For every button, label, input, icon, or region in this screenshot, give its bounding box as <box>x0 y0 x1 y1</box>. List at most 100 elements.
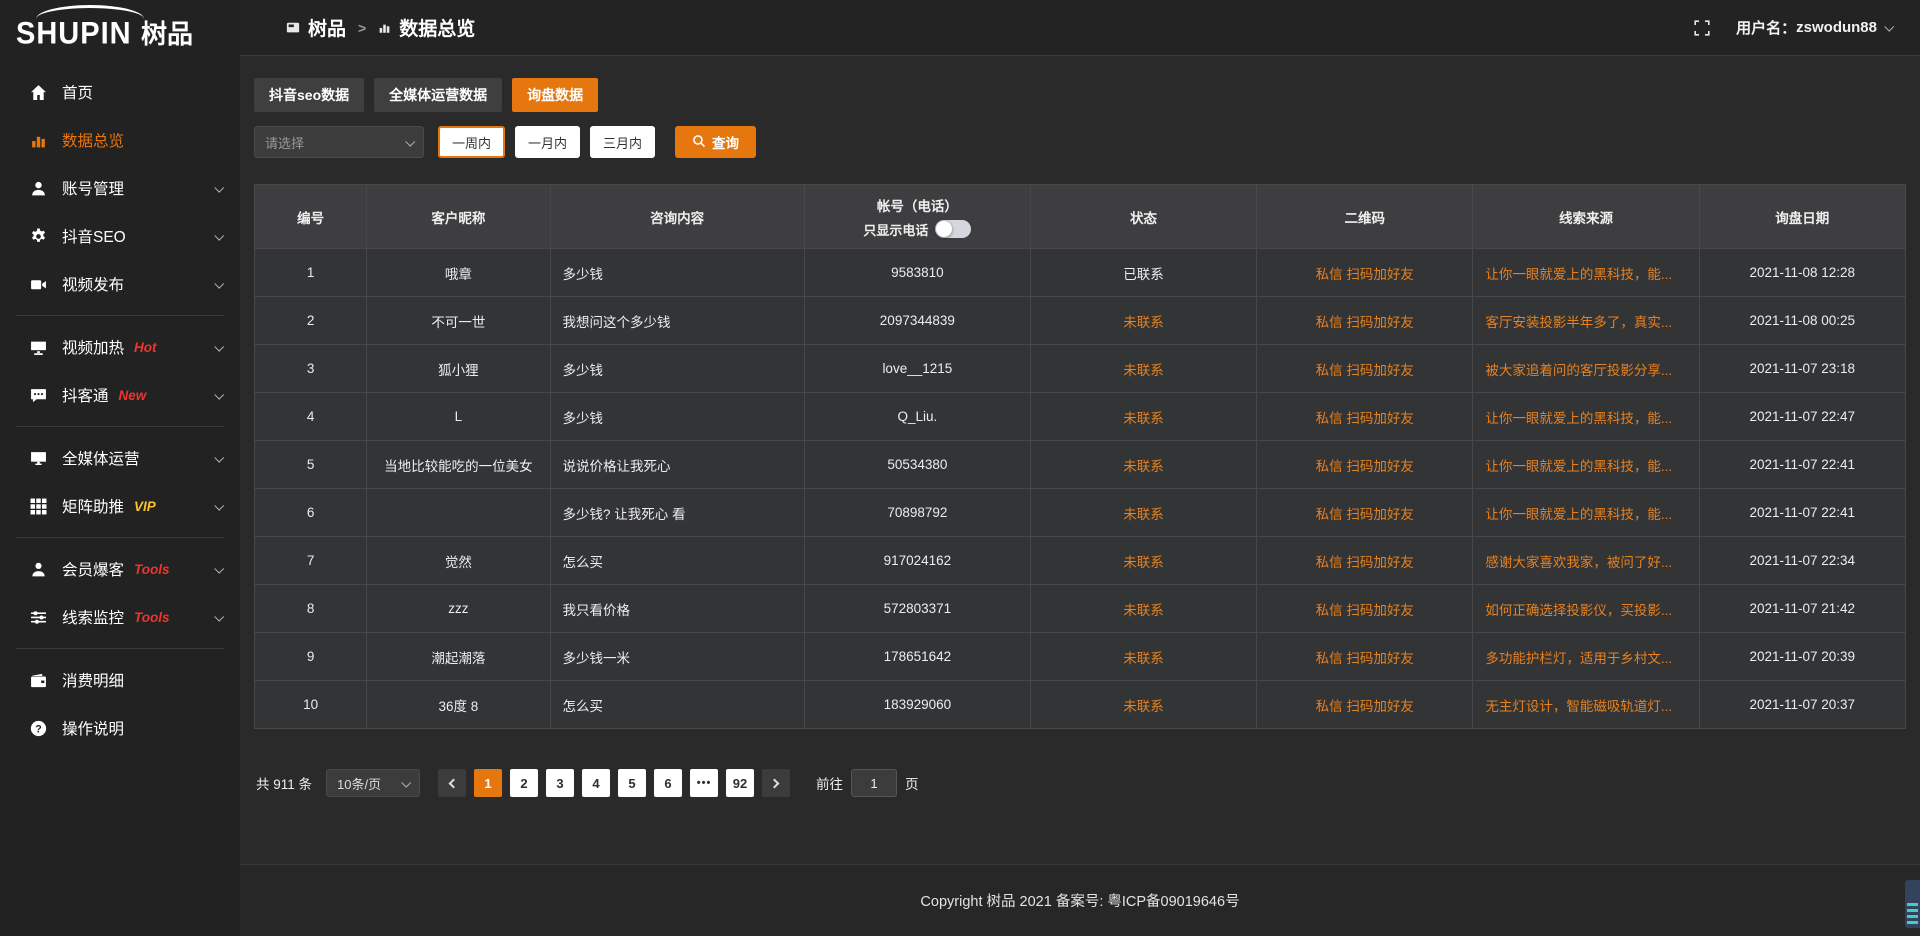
app-window-icon <box>286 21 300 35</box>
user-icon <box>30 179 48 197</box>
breadcrumb: 树品 > 数据总览 <box>286 14 475 41</box>
tab-2[interactable]: 询盘数据 <box>512 78 598 112</box>
cell-nickname: 觉然 <box>367 537 550 585</box>
cell-id: 9 <box>255 633 367 681</box>
cell-source[interactable]: 让你一眼就爱上的黑科技，能... <box>1473 249 1699 297</box>
sidebar-item-account-management[interactable]: 账号管理 <box>0 164 240 212</box>
sidebar-item-omnimedia-operation[interactable]: 全媒体运营 <box>0 434 240 482</box>
wallet-icon <box>30 671 48 689</box>
phone-toggle[interactable] <box>935 220 971 238</box>
home-icon <box>30 83 48 101</box>
chevron-down-icon <box>214 230 224 240</box>
cell-qr[interactable]: 私信 扫码加好友 <box>1257 297 1473 345</box>
cell-qr[interactable]: 私信 扫码加好友 <box>1257 633 1473 681</box>
cell-account: 70898792 <box>804 489 1030 537</box>
cell-source[interactable]: 让你一眼就爱上的黑科技，能... <box>1473 393 1699 441</box>
cell-qr[interactable]: 私信 扫码加好友 <box>1257 249 1473 297</box>
cell-source[interactable]: 让你一眼就爱上的黑科技，能... <box>1473 489 1699 537</box>
topbar-right: 用户名： zswodun88 <box>1694 17 1892 38</box>
sidebar-item-video-publish[interactable]: 视频发布 <box>0 260 240 308</box>
chevron-down-icon <box>214 278 224 288</box>
tab-1[interactable]: 全媒体运营数据 <box>374 78 502 112</box>
cell-source[interactable]: 客厅安装投影半年多了，真实... <box>1473 297 1699 345</box>
chevron-down-icon <box>214 500 224 510</box>
prev-page-button[interactable] <box>438 769 466 797</box>
filter-select-placeholder: 请选择 <box>265 133 304 152</box>
svg-text:?: ? <box>35 723 41 735</box>
sidebar-item-lead-monitor[interactable]: 线索监控Tools <box>0 593 240 641</box>
grid-icon <box>30 497 48 515</box>
monitor-icon <box>30 449 48 467</box>
cell-content: 我只看价格 <box>550 585 804 633</box>
sidebar-item-matrix-boost[interactable]: 矩阵助推VIP <box>0 482 240 530</box>
page-button-4[interactable]: 4 <box>582 769 610 797</box>
logo-link[interactable]: SHUPIN 树品 <box>0 0 240 58</box>
sidebar-item-operation-guide[interactable]: ?操作说明 <box>0 704 240 752</box>
fullscreen-button[interactable] <box>1694 20 1710 36</box>
sidebar-item-label: 账号管理 <box>62 177 124 199</box>
page-button-3[interactable]: 3 <box>546 769 574 797</box>
chevron-down-icon <box>405 136 415 146</box>
cell-qr[interactable]: 私信 扫码加好友 <box>1257 681 1473 729</box>
topbar: 树品 > 数据总览 用户名： zswodun88 <box>240 0 1920 56</box>
page-button-5[interactable]: 5 <box>618 769 646 797</box>
page-button-6[interactable]: 6 <box>654 769 682 797</box>
col-header-nickname: 客户昵称 <box>367 185 550 249</box>
cell-source[interactable]: 多功能护栏灯，适用于乡村文... <box>1473 633 1699 681</box>
cell-account: 9583810 <box>804 249 1030 297</box>
chevron-right-icon <box>770 778 780 788</box>
sidebar-item-member-baoke[interactable]: 会员爆客Tools <box>0 545 240 593</box>
sidebar-item-data-overview[interactable]: 数据总览 <box>0 116 240 164</box>
cell-date: 2021-11-07 22:47 <box>1699 393 1905 441</box>
total-count: 共 911 条 <box>256 773 312 793</box>
sidebar-item-douyin-seo[interactable]: 抖音SEO <box>0 212 240 260</box>
table-row: 4L多少钱Q_Liu.未联系私信 扫码加好友让你一眼就爱上的黑科技，能...20… <box>255 393 1906 441</box>
sidebar-item-home[interactable]: 首页 <box>0 68 240 116</box>
page-button-2[interactable]: 2 <box>510 769 538 797</box>
cell-nickname: 36度 8 <box>367 681 550 729</box>
filter-bar: 请选择 一周内一月内三月内 查询 <box>254 126 1906 158</box>
breadcrumb-item-home[interactable]: 树品 <box>308 14 346 41</box>
filter-select[interactable]: 请选择 <box>254 126 424 158</box>
cell-date: 2021-11-07 20:37 <box>1699 681 1905 729</box>
range-button-1[interactable]: 一月内 <box>515 126 580 158</box>
sidebar-item-doukertong[interactable]: 抖客通New <box>0 371 240 419</box>
chevron-down-icon <box>214 389 224 399</box>
cell-source[interactable]: 让你一眼就爱上的黑科技，能... <box>1473 441 1699 489</box>
range-button-0[interactable]: 一周内 <box>438 126 505 158</box>
cell-source[interactable]: 如何正确选择投影仪，买投影... <box>1473 585 1699 633</box>
cell-qr[interactable]: 私信 扫码加好友 <box>1257 441 1473 489</box>
cell-qr[interactable]: 私信 扫码加好友 <box>1257 585 1473 633</box>
sidebar-item-consumption-detail[interactable]: 消费明细 <box>0 656 240 704</box>
page-button-1[interactable]: 1 <box>474 769 502 797</box>
cell-date: 2021-11-07 22:41 <box>1699 441 1905 489</box>
sidebar-item-label: 视频加热 <box>62 336 124 358</box>
page-ellipsis-button[interactable]: ••• <box>690 769 718 797</box>
col-header-date: 询盘日期 <box>1699 185 1905 249</box>
sidebar-item-video-heat[interactable]: 视频加热Hot <box>0 323 240 371</box>
cell-source[interactable]: 被大家追着问的客厅投影分享... <box>1473 345 1699 393</box>
cell-qr[interactable]: 私信 扫码加好友 <box>1257 489 1473 537</box>
page-size-select[interactable]: 10条/页 <box>326 769 420 797</box>
query-button[interactable]: 查询 <box>675 126 756 158</box>
range-button-2[interactable]: 三月内 <box>590 126 655 158</box>
next-page-button[interactable] <box>762 769 790 797</box>
cell-qr[interactable]: 私信 扫码加好友 <box>1257 537 1473 585</box>
cell-source[interactable]: 感谢大家喜欢我家，被问了好... <box>1473 537 1699 585</box>
page-button-92[interactable]: 92 <box>726 769 754 797</box>
floating-widget[interactable] <box>1905 880 1920 928</box>
cell-nickname <box>367 489 550 537</box>
cell-status: 未联系 <box>1030 345 1256 393</box>
cell-id: 1 <box>255 249 367 297</box>
copyright-text: Copyright 树品 2021 备案号: 粤ICP备09019646号 <box>920 890 1239 911</box>
cell-source[interactable]: 无主灯设计，智能磁吸轨道灯... <box>1473 681 1699 729</box>
cell-qr[interactable]: 私信 扫码加好友 <box>1257 345 1473 393</box>
cell-qr[interactable]: 私信 扫码加好友 <box>1257 393 1473 441</box>
cell-id: 3 <box>255 345 367 393</box>
col-header-source: 线索来源 <box>1473 185 1699 249</box>
tab-0[interactable]: 抖音seo数据 <box>254 78 364 112</box>
goto-page-input[interactable] <box>851 769 897 797</box>
bar-chart-icon <box>378 21 391 34</box>
cell-status: 未联系 <box>1030 585 1256 633</box>
user-menu[interactable]: 用户名： zswodun88 <box>1736 17 1892 38</box>
